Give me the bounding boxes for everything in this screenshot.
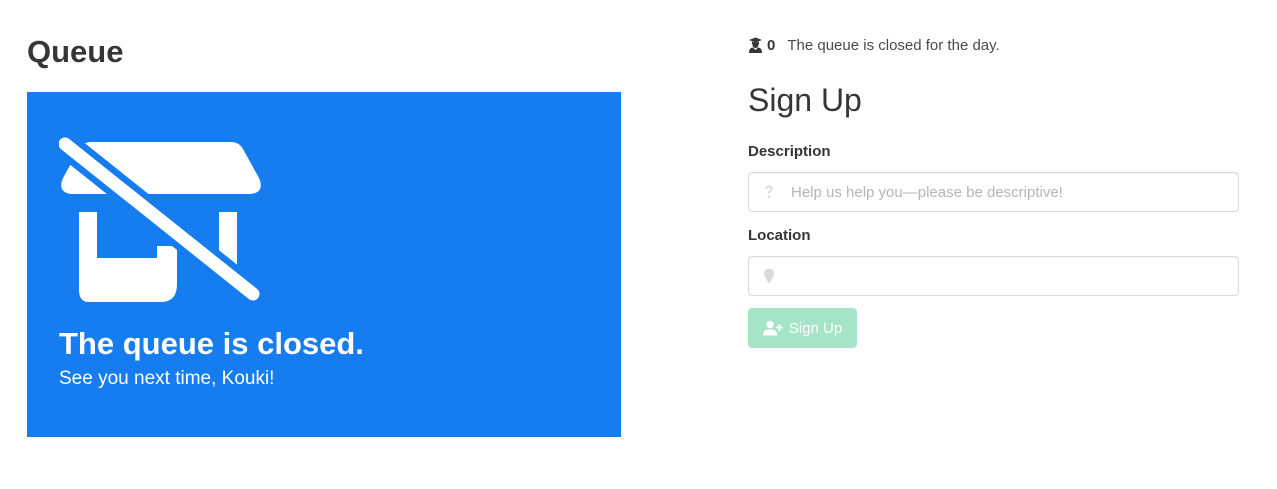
page: Queue The queue is closed. See you next … xyxy=(0,0,1277,489)
user-plus-icon xyxy=(762,320,783,336)
sign-up-button[interactable]: Sign Up xyxy=(748,308,857,348)
description-field-wrapper xyxy=(748,172,1239,212)
queue-status: 0 The queue is closed for the day. xyxy=(748,33,1000,57)
closed-headline: The queue is closed. xyxy=(59,326,364,361)
description-input[interactable] xyxy=(789,173,1230,211)
location-label: Location xyxy=(748,227,811,244)
map-marker-icon xyxy=(764,268,774,284)
store-slash-icon xyxy=(59,134,263,302)
signup-title: Sign Up xyxy=(748,82,862,118)
status-count: 0 xyxy=(767,36,776,54)
description-label: Description xyxy=(748,143,831,160)
queue-title: Queue xyxy=(27,34,124,69)
closed-subtext: See you next time, Kouki! xyxy=(59,368,275,389)
question-icon xyxy=(765,185,773,198)
sign-up-button-label: Sign Up xyxy=(788,319,843,337)
user-graduate-icon xyxy=(749,37,762,53)
location-field-wrapper xyxy=(748,256,1239,296)
location-input[interactable] xyxy=(789,257,1230,295)
queue-closed-card: The queue is closed. See you next time, … xyxy=(27,92,621,437)
status-message: The queue is closed for the day. xyxy=(787,36,1000,54)
